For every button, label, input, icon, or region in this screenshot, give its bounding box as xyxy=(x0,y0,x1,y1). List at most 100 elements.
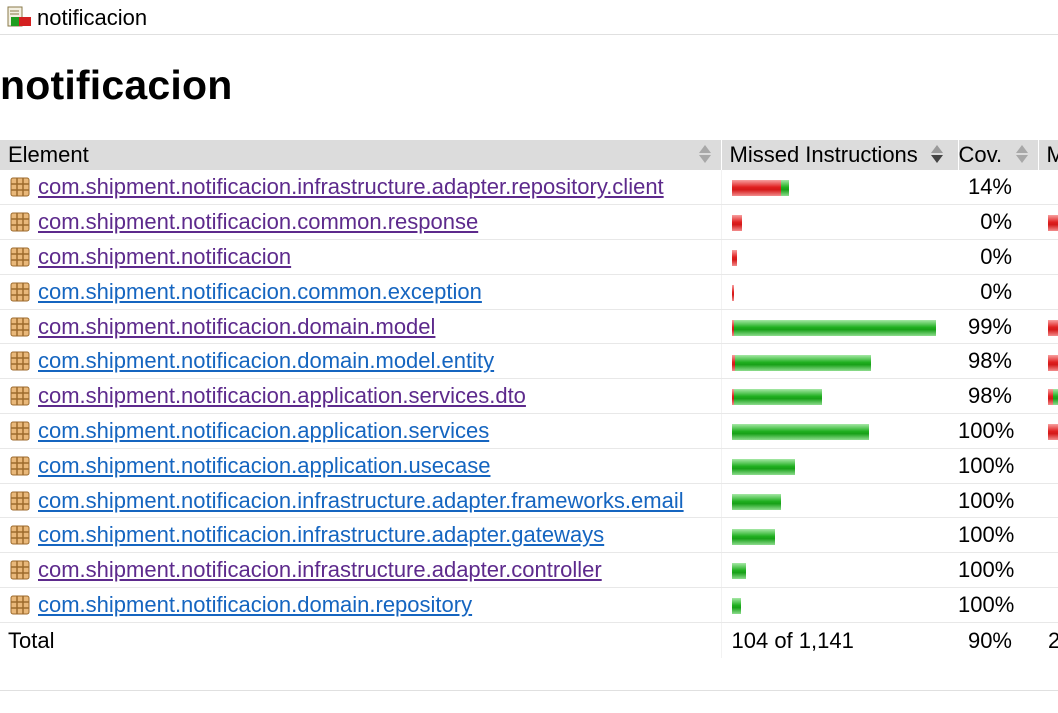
covered-bar xyxy=(733,389,822,406)
covered-bar xyxy=(731,563,746,580)
package-link[interactable]: com.shipment.notificacion.domain.model.e… xyxy=(38,348,494,373)
package-link[interactable]: com.shipment.notificacion.common.respons… xyxy=(38,209,478,234)
package-icon xyxy=(10,317,30,337)
element-cell: com.shipment.notificacion.infrastructure… xyxy=(0,552,721,589)
package-icon xyxy=(10,456,30,476)
missed-instructions-cell xyxy=(720,343,958,380)
coverage-cell: 0% xyxy=(958,239,1038,275)
package-link[interactable]: com.shipment.notificacion xyxy=(38,244,291,269)
coverage-cell: 98% xyxy=(958,378,1038,415)
package-link[interactable]: com.shipment.notificacion.infrastructure… xyxy=(38,174,664,199)
next-column-cell xyxy=(1038,170,1058,206)
element-cell: com.shipment.notificacion.application.se… xyxy=(0,378,721,415)
package-icon xyxy=(10,560,30,580)
table-header-row: Element Missed Instructions Cov. M xyxy=(0,140,1058,170)
table-row: com.shipment.notificacion.application.se… xyxy=(0,413,1058,449)
coverage-cell: 100% xyxy=(958,552,1038,589)
missed-instructions-cell xyxy=(720,204,958,241)
package-icon xyxy=(10,525,30,545)
package-icon xyxy=(10,282,30,302)
package-link[interactable]: com.shipment.notificacion.application.us… xyxy=(38,453,490,478)
missed-instructions-cell xyxy=(720,170,958,206)
sort-icon[interactable] xyxy=(1015,145,1028,165)
package-link[interactable]: com.shipment.notificacion.common.excepti… xyxy=(38,279,482,304)
table-row: com.shipment.notificacion.infrastructure… xyxy=(0,170,1058,206)
column-header-element[interactable]: Element xyxy=(0,140,721,170)
element-cell: com.shipment.notificacion.infrastructure… xyxy=(0,170,721,206)
total-next: 2 xyxy=(1048,627,1058,653)
element-cell: com.shipment.notificacion.common.respons… xyxy=(0,204,721,241)
missed-instructions-cell xyxy=(720,517,958,554)
coverage-cell: 100% xyxy=(958,413,1038,449)
total-label: Total xyxy=(8,627,55,653)
package-link[interactable]: com.shipment.notificacion.application.se… xyxy=(38,383,526,408)
package-link[interactable]: com.shipment.notificacion.infrastructure… xyxy=(38,557,602,582)
branch-missed-bar xyxy=(1048,215,1058,232)
table-row: com.shipment.notificacion.application.us… xyxy=(0,448,1058,484)
sort-icon[interactable] xyxy=(699,145,711,165)
branch-missed-bar xyxy=(1048,354,1058,371)
missed-instructions-cell xyxy=(720,552,958,589)
missed-instructions-cell xyxy=(720,274,958,310)
missed-bar xyxy=(731,180,781,197)
element-cell: com.shipment.notificacion.infrastructure… xyxy=(0,483,721,519)
element-cell: com.shipment.notificacion.domain.reposit… xyxy=(0,587,721,623)
column-header-coverage[interactable]: Cov. xyxy=(957,140,1038,170)
missed-bar xyxy=(731,250,737,267)
next-column-cell xyxy=(1038,343,1058,380)
footer-divider xyxy=(0,690,1058,691)
next-column-cell xyxy=(1038,378,1058,415)
coverage-cell: 100% xyxy=(958,483,1038,519)
column-header-next-label: M xyxy=(1046,142,1058,167)
table-row: com.shipment.notificacion.common.respons… xyxy=(0,204,1058,241)
package-link[interactable]: com.shipment.notificacion.application.se… xyxy=(38,418,489,443)
missed-instructions-cell xyxy=(720,309,958,345)
column-header-next[interactable]: M xyxy=(1037,140,1058,170)
missed-instructions-cell xyxy=(720,413,958,449)
element-cell: com.shipment.notificacion.infrastructure… xyxy=(0,517,721,554)
covered-bar xyxy=(733,319,936,336)
coverage-cell: 100% xyxy=(958,587,1038,623)
next-column-cell xyxy=(1038,239,1058,275)
table-row: com.shipment.notificacion 0% xyxy=(0,239,1058,275)
branch-missed-bar xyxy=(1048,424,1058,441)
next-column-cell xyxy=(1038,274,1058,310)
covered-bar xyxy=(731,458,795,475)
sort-descending-icon[interactable] xyxy=(930,145,943,165)
package-icon xyxy=(10,491,30,511)
next-column-cell xyxy=(1038,309,1058,345)
coverage-cell: 14% xyxy=(958,170,1038,206)
covered-bar xyxy=(780,180,789,197)
package-link[interactable]: com.shipment.notificacion.infrastructure… xyxy=(38,522,604,547)
covered-bar xyxy=(731,493,781,510)
missed-instructions-cell xyxy=(720,378,958,415)
covered-bar xyxy=(731,424,869,441)
table-row: com.shipment.notificacion.infrastructure… xyxy=(0,483,1058,519)
next-column-cell xyxy=(1038,517,1058,554)
package-link[interactable]: com.shipment.notificacion.domain.reposit… xyxy=(38,592,472,617)
package-link[interactable]: com.shipment.notificacion.infrastructure… xyxy=(38,488,684,513)
missed-instructions-cell xyxy=(720,483,958,519)
coverage-cell: 99% xyxy=(958,309,1038,345)
next-column-cell xyxy=(1038,483,1058,519)
covered-bar xyxy=(731,598,741,615)
column-header-missed-instructions[interactable]: Missed Instructions xyxy=(720,140,958,170)
next-column-cell xyxy=(1038,204,1058,241)
package-icon xyxy=(10,247,30,267)
package-icon xyxy=(10,177,30,197)
total-missed: 104 of 1,141 xyxy=(720,622,958,659)
column-header-element-label: Element xyxy=(8,142,89,167)
package-icon xyxy=(10,421,30,441)
coverage-cell: 98% xyxy=(958,343,1038,380)
table-row: com.shipment.notificacion.domain.model.e… xyxy=(0,343,1058,380)
missed-instructions-cell xyxy=(720,587,958,623)
branch-covered-bar xyxy=(1053,389,1058,406)
package-link[interactable]: com.shipment.notificacion.domain.model xyxy=(38,314,435,339)
covered-bar xyxy=(734,354,871,371)
element-cell: com.shipment.notificacion.application.se… xyxy=(0,413,721,449)
branch-missed-bar xyxy=(1048,319,1058,336)
covered-bar xyxy=(731,528,775,545)
element-cell: com.shipment.notificacion.domain.model.e… xyxy=(0,343,721,380)
column-header-coverage-label: Cov. xyxy=(958,142,1003,167)
table-row: com.shipment.notificacion.domain.reposit… xyxy=(0,587,1058,623)
